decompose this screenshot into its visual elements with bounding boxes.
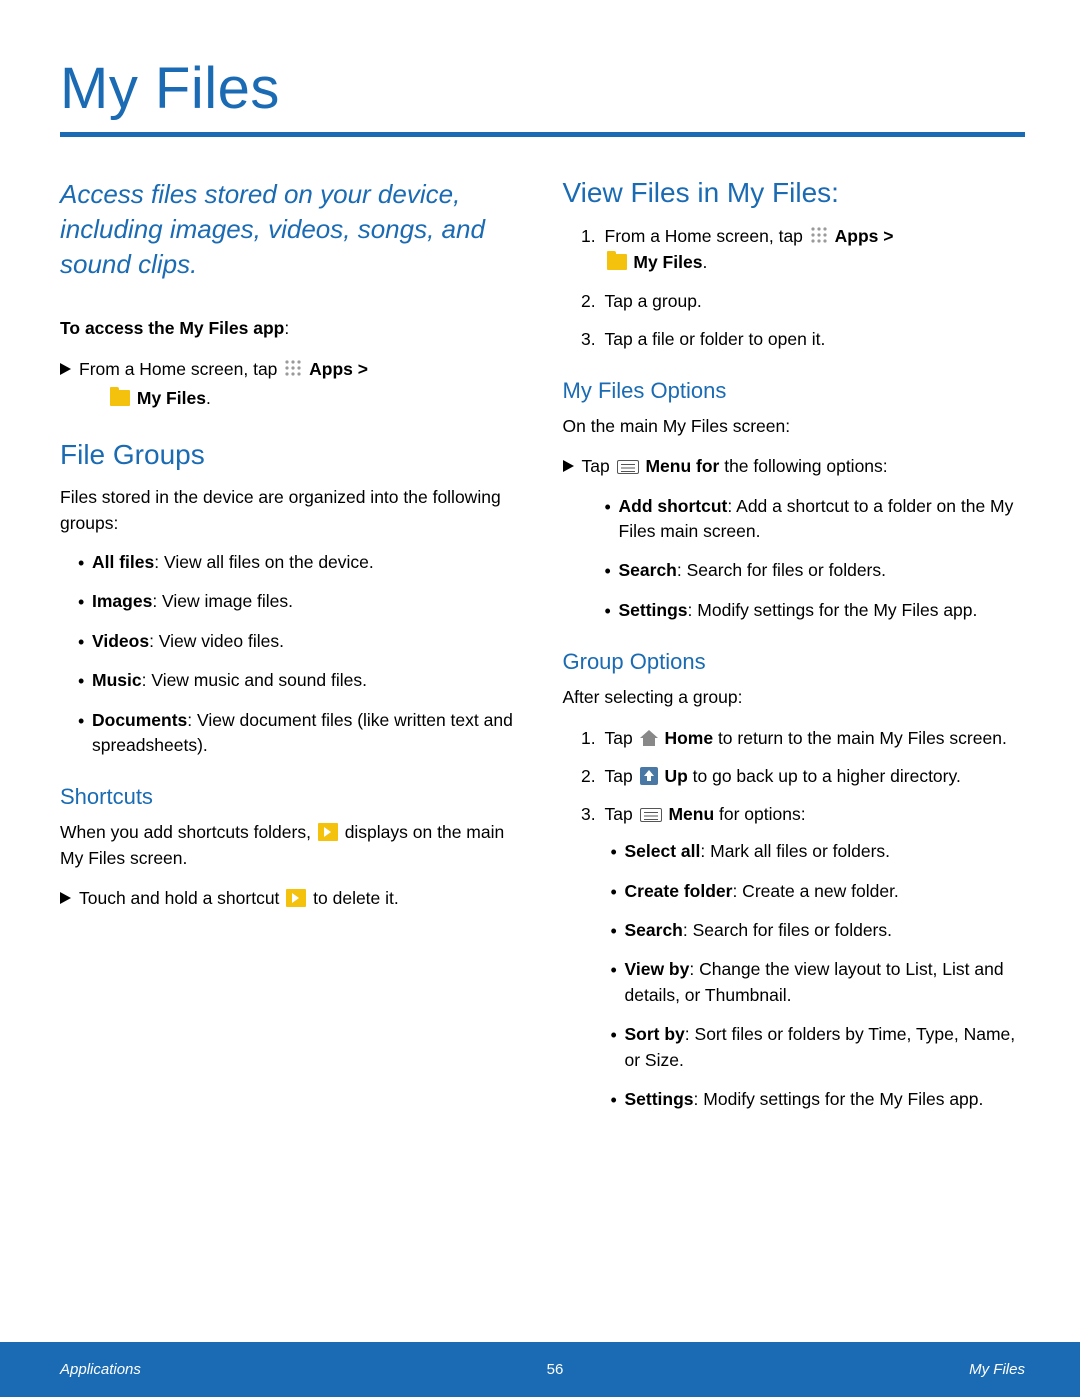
view-files-heading: View Files in My Files: (563, 177, 1026, 209)
file-groups-heading: File Groups (60, 439, 523, 471)
step-item: Tap Up to go back up to a higher directo… (601, 763, 1026, 789)
arrow-icon (60, 892, 71, 904)
myfiles-options-heading: My Files Options (563, 378, 1026, 404)
list-item: Search: Search for files or folders. (605, 558, 1026, 583)
list-item: Settings: Modify settings for the My Fil… (605, 598, 1026, 623)
step-item: Tap Home to return to the main My Files … (601, 725, 1026, 751)
arrow-icon (60, 363, 71, 375)
intro-text: Access files stored on your device, incl… (60, 177, 523, 282)
list-item: Select all: Mark all files or folders. (611, 839, 1026, 864)
mfo-list: Add shortcut: Add a shortcut to a folder… (563, 494, 1026, 624)
footer-left: Applications (60, 1361, 141, 1378)
shortcuts-heading: Shortcuts (60, 784, 523, 810)
go-options-list: Select all: Mark all files or folders. C… (605, 839, 1026, 1112)
left-column: Access files stored on your device, incl… (60, 177, 523, 1126)
group-options-heading: Group Options (563, 649, 1026, 675)
right-column: View Files in My Files: From a Home scre… (563, 177, 1026, 1126)
folder-icon (607, 254, 627, 270)
list-item: Search: Search for files or folders. (611, 918, 1026, 943)
page-title: My Files (60, 55, 1025, 122)
step-item: Tap a file or folder to open it. (601, 326, 1026, 352)
step-item: Tap a group. (601, 288, 1026, 314)
view-steps: From a Home screen, tap Apps > My Files.… (563, 223, 1026, 352)
footer-right: My Files (969, 1361, 1025, 1378)
list-item: Videos: View video files. (78, 629, 523, 654)
list-item: All files: View all files on the device. (78, 550, 523, 575)
list-item: Documents: View document files (like wri… (78, 708, 523, 759)
list-item: Settings: Modify settings for the My Fil… (611, 1087, 1026, 1112)
access-heading: To access the My Files app: (60, 316, 523, 341)
file-groups-list: All files: View all files on the device.… (60, 550, 523, 758)
mfo-intro: On the main My Files screen: (563, 414, 1026, 439)
menu-icon (640, 808, 662, 822)
file-groups-intro: Files stored in the device are organized… (60, 485, 523, 536)
arrow-icon (563, 460, 574, 472)
shortcut-folder-icon (286, 889, 306, 907)
shortcuts-delete-step: Touch and hold a shortcut to delete it. (60, 885, 523, 911)
list-item: Images: View image files. (78, 589, 523, 614)
up-arrow-icon (640, 767, 658, 785)
apps-grid-icon (810, 226, 828, 244)
shortcut-folder-icon (318, 823, 338, 841)
list-item: Sort by: Sort files or folders by Time, … (611, 1022, 1026, 1073)
access-step: From a Home screen, tap Apps > (60, 356, 523, 382)
title-rule (60, 132, 1025, 137)
list-item: View by: Change the view layout to List,… (611, 957, 1026, 1008)
footer-page-number: 56 (547, 1361, 564, 1378)
go-intro: After selecting a group: (563, 685, 1026, 710)
step-item: Tap Menu for options: Select all: Mark a… (601, 801, 1026, 1112)
mfo-tap-menu: Tap Menu for the following options: (563, 453, 1026, 479)
home-icon (640, 730, 658, 746)
go-steps: Tap Home to return to the main My Files … (563, 725, 1026, 1113)
step-item: From a Home screen, tap Apps > My Files. (601, 223, 1026, 276)
shortcuts-para: When you add shortcuts folders, displays… (60, 820, 523, 871)
folder-icon (110, 390, 130, 406)
apps-grid-icon (284, 359, 302, 377)
list-item: Create folder: Create a new folder. (611, 879, 1026, 904)
access-step-line2: My Files. (60, 386, 523, 411)
list-item: Add shortcut: Add a shortcut to a folder… (605, 494, 1026, 545)
page-footer: Applications 56 My Files (0, 1342, 1080, 1397)
list-item: Music: View music and sound files. (78, 668, 523, 693)
menu-icon (617, 460, 639, 474)
